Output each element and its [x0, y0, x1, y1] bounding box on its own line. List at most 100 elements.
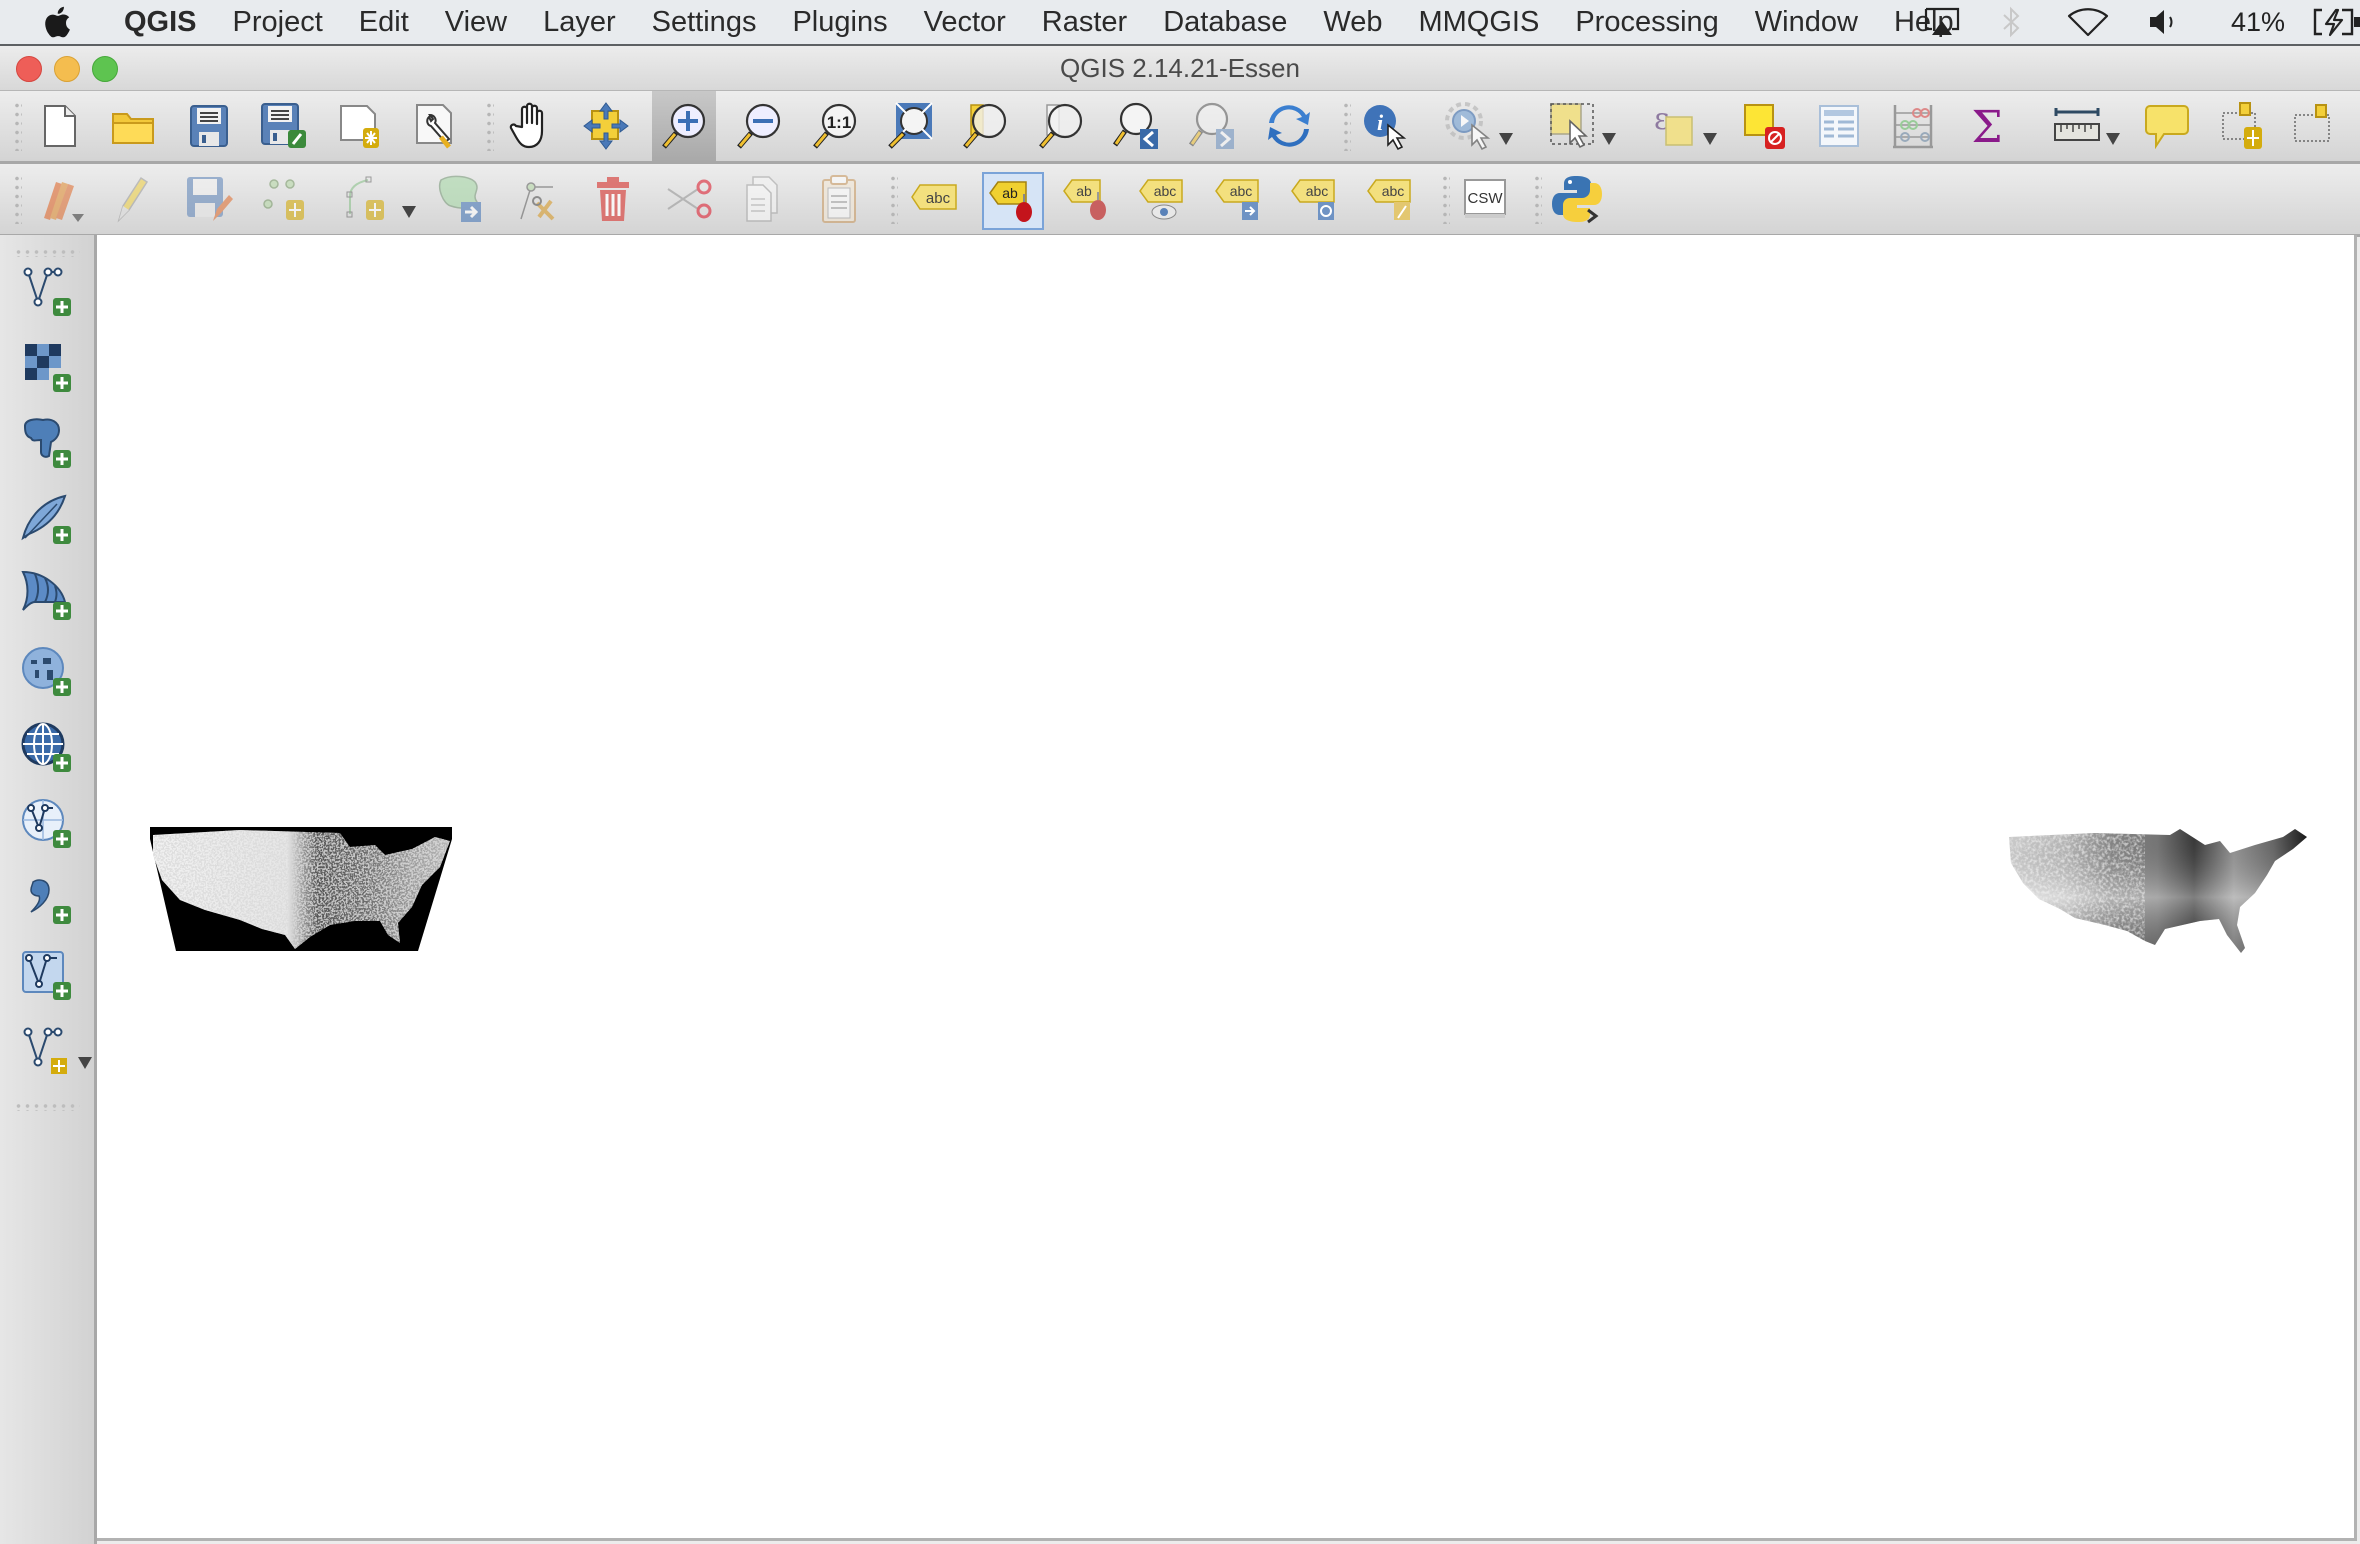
map-canvas[interactable] [97, 235, 2357, 1541]
add-vector-layer-button[interactable] [18, 263, 74, 319]
new-layer-dropdown-arrow[interactable] [78, 1057, 92, 1069]
new-shapefile-layer-button[interactable] [18, 1023, 74, 1079]
map-tips-button[interactable] [2138, 99, 2196, 153]
menu-settings[interactable]: Settings [634, 0, 775, 44]
toolbar-grip[interactable] [14, 1103, 80, 1111]
toggle-editing-button[interactable] [104, 172, 162, 226]
map-layer-us-raster-gradient [2005, 823, 2310, 958]
select-features-button[interactable] [1544, 99, 1602, 153]
toolbar-manage-layers [0, 235, 97, 1544]
paste-features-button[interactable] [810, 172, 868, 226]
add-circular-string-button[interactable] [340, 172, 398, 226]
circular-string-dropdown-arrow[interactable] [402, 206, 416, 218]
menu-web[interactable]: Web [1305, 0, 1400, 44]
menu-window[interactable]: Window [1737, 0, 1876, 44]
pan-to-selection-button[interactable] [577, 99, 635, 153]
new-project-button[interactable] [30, 99, 88, 153]
zoom-in-button[interactable] [652, 91, 716, 161]
menu-layer[interactable]: Layer [525, 0, 634, 44]
toolbar-grip[interactable] [1534, 174, 1542, 224]
statistical-summary-button[interactable]: Σ [1958, 99, 2016, 153]
battery-charging-icon[interactable] [2312, 7, 2360, 37]
zoom-to-selection-button[interactable] [956, 99, 1014, 153]
wifi-icon[interactable] [2067, 7, 2109, 37]
menu-view[interactable]: View [427, 0, 525, 44]
show-bookmarks-button[interactable] [2286, 99, 2344, 153]
add-mssql-layer-button[interactable] [18, 567, 74, 623]
menu-edit[interactable]: Edit [341, 0, 427, 44]
layer-labeling-options-button[interactable]: abc [906, 172, 964, 226]
select-by-expression-dropdown-arrow[interactable] [1703, 133, 1717, 145]
toolbar-grip[interactable] [1343, 101, 1351, 151]
current-edits-button[interactable] [30, 172, 88, 226]
zoom-native-resolution-button[interactable]: 1:1 [806, 99, 864, 153]
pin-unpin-labels-button[interactable]: ab [1058, 172, 1116, 226]
add-wms-layer-button[interactable] [18, 643, 74, 699]
menu-qgis[interactable]: QGIS [106, 0, 215, 44]
add-postgis-layer-button[interactable] [18, 415, 74, 471]
menu-processing[interactable]: Processing [1557, 0, 1736, 44]
cut-features-button[interactable] [660, 172, 718, 226]
new-bookmark-button[interactable] [2214, 99, 2272, 153]
run-feature-action-button[interactable] [1440, 99, 1498, 153]
delete-selected-button[interactable] [584, 172, 642, 226]
menu-mmqgis[interactable]: MMQGIS [1400, 0, 1557, 44]
composer-manager-button[interactable] [408, 99, 466, 153]
save-project-as-button[interactable] [255, 99, 313, 153]
toolbar-grip[interactable] [1442, 174, 1450, 224]
add-feature-button[interactable] [256, 172, 314, 226]
menu-project[interactable]: Project [215, 0, 341, 44]
select-features-dropdown-arrow[interactable] [1602, 133, 1616, 145]
volume-icon[interactable] [2148, 8, 2178, 36]
refresh-button[interactable] [1260, 99, 1318, 153]
bluetooth-icon[interactable] [2002, 6, 2020, 38]
toolbar-grip[interactable] [14, 101, 22, 151]
add-delimited-text-layer-button[interactable] [18, 871, 74, 927]
toolbar-grip[interactable] [14, 174, 22, 224]
toolbar-grip[interactable] [890, 174, 898, 224]
highlight-pinned-labels-button[interactable]: ab [982, 172, 1044, 230]
menu-vector[interactable]: Vector [906, 0, 1024, 44]
pencils-icon [44, 182, 84, 222]
select-by-expression-button[interactable]: ε [1644, 99, 1702, 153]
zoom-last-button[interactable] [1108, 99, 1166, 153]
add-spatialite-layer-button[interactable] [18, 491, 74, 547]
save-project-button[interactable] [180, 99, 238, 153]
pan-map-button[interactable] [502, 99, 560, 153]
open-field-calculator-button[interactable] [1884, 99, 1942, 153]
zoom-to-layer-button[interactable] [1032, 99, 1090, 153]
menu-raster[interactable]: Raster [1024, 0, 1145, 44]
change-label-button[interactable]: abc [1362, 172, 1420, 226]
python-console-button[interactable] [1548, 172, 1606, 226]
postgis-elephant-icon [23, 418, 71, 468]
node-tool-button[interactable] [510, 172, 568, 226]
deselect-features-button[interactable] [1736, 99, 1794, 153]
run-action-dropdown-arrow[interactable] [1499, 133, 1513, 145]
zoom-full-button[interactable] [882, 99, 940, 153]
metasearch-csw-button[interactable]: CSW [1456, 172, 1514, 226]
save-layer-edits-button[interactable] [180, 172, 238, 226]
identify-features-button[interactable]: i [1356, 99, 1414, 153]
move-label-button[interactable]: abc [1210, 172, 1268, 226]
copy-features-button[interactable] [734, 172, 792, 226]
zoom-out-button[interactable] [730, 99, 788, 153]
toolbar-grip[interactable] [486, 101, 494, 151]
add-raster-layer-button[interactable] [18, 339, 74, 395]
rotate-label-button[interactable]: abc [1286, 172, 1344, 226]
move-feature-button[interactable] [432, 172, 490, 226]
menu-database[interactable]: Database [1145, 0, 1305, 44]
airplay-icon[interactable] [1923, 7, 1961, 37]
measure-line-button[interactable] [2048, 99, 2106, 153]
toolbar-grip[interactable] [14, 249, 80, 257]
add-wcs-layer-button[interactable] [18, 719, 74, 775]
menu-plugins[interactable]: Plugins [774, 0, 905, 44]
apple-logo-icon[interactable] [42, 5, 72, 39]
add-virtual-layer-button[interactable] [18, 947, 74, 1003]
add-wfs-layer-button[interactable] [18, 795, 74, 851]
open-attribute-table-button[interactable] [1810, 99, 1868, 153]
zoom-next-button[interactable] [1184, 99, 1242, 153]
open-project-button[interactable] [104, 99, 162, 153]
show-hide-labels-button[interactable]: abc [1134, 172, 1192, 226]
measure-dropdown-arrow[interactable] [2106, 133, 2120, 145]
new-print-composer-button[interactable] [332, 99, 390, 153]
